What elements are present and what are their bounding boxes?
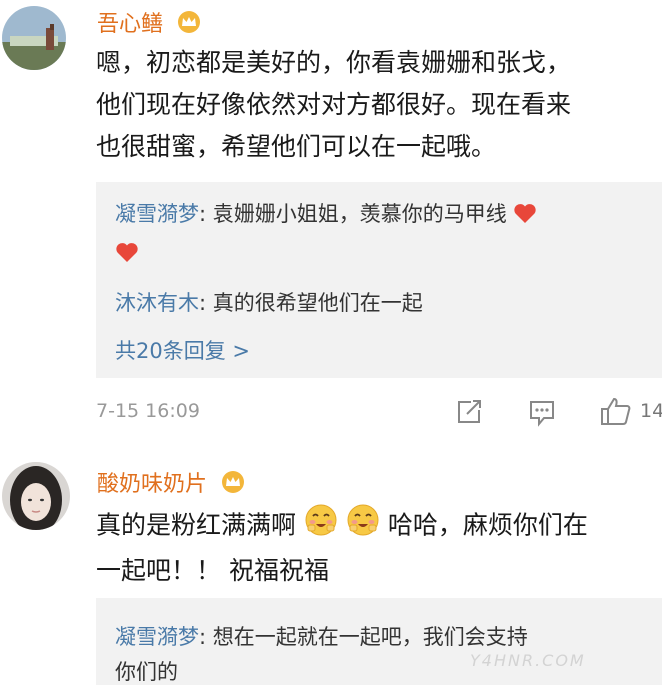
reply-continuation: 你们的 bbox=[115, 660, 178, 684]
red-heart-emoji bbox=[115, 241, 139, 268]
comment-text: 真的是粉红满满啊 哈哈，麻烦你们在 一起吧！！ 祝福祝福 bbox=[96, 503, 588, 592]
username[interactable]: 酸奶味奶片 bbox=[97, 466, 246, 500]
reply: 凝雪漪梦: 袁姗姗小姐姐，羡慕你的马甲线 bbox=[115, 198, 537, 229]
vip-crown-icon bbox=[176, 10, 202, 40]
reply-continuation bbox=[115, 241, 139, 268]
reply-text: : 想在一起就在一起吧，我们会支持 bbox=[199, 625, 528, 649]
username[interactable]: 吾心鳝 bbox=[97, 6, 202, 40]
like-icon[interactable] bbox=[600, 396, 632, 430]
reply-username[interactable]: 凝雪漪梦 bbox=[115, 625, 199, 649]
reply-username[interactable]: 凝雪漪梦 bbox=[115, 202, 199, 226]
reply: 凝雪漪梦: 想在一起就在一起吧，我们会支持 bbox=[115, 621, 528, 651]
reply-text: : 真的很希望他们在一起 bbox=[199, 291, 423, 315]
reply-text: : 袁姗姗小姐姐，羡慕你的马甲线 bbox=[199, 202, 507, 226]
blush-emoji bbox=[346, 503, 380, 550]
timestamp: 7-15 16:09 bbox=[96, 400, 200, 422]
share-icon[interactable] bbox=[455, 399, 483, 429]
reply-username[interactable]: 沐沐有木 bbox=[115, 291, 199, 315]
comment-icon[interactable] bbox=[528, 399, 556, 431]
reply: 沐沐有木: 真的很希望他们在一起 bbox=[115, 287, 423, 317]
watermark: Y4HNR.COM bbox=[470, 651, 586, 670]
comment-text: 嗯，初恋都是美好的，你看袁姗姗和张戈， 他们现在好像依然对对方都很好。现在看来 … bbox=[96, 48, 572, 161]
more-replies-link[interactable]: 共20条回复 > bbox=[115, 335, 250, 365]
avatar[interactable] bbox=[2, 462, 70, 530]
blush-emoji bbox=[304, 503, 338, 550]
red-heart-emoji bbox=[513, 202, 537, 229]
avatar[interactable] bbox=[2, 6, 66, 70]
like-count: 14 bbox=[640, 400, 662, 422]
vip-crown-icon bbox=[220, 470, 246, 500]
